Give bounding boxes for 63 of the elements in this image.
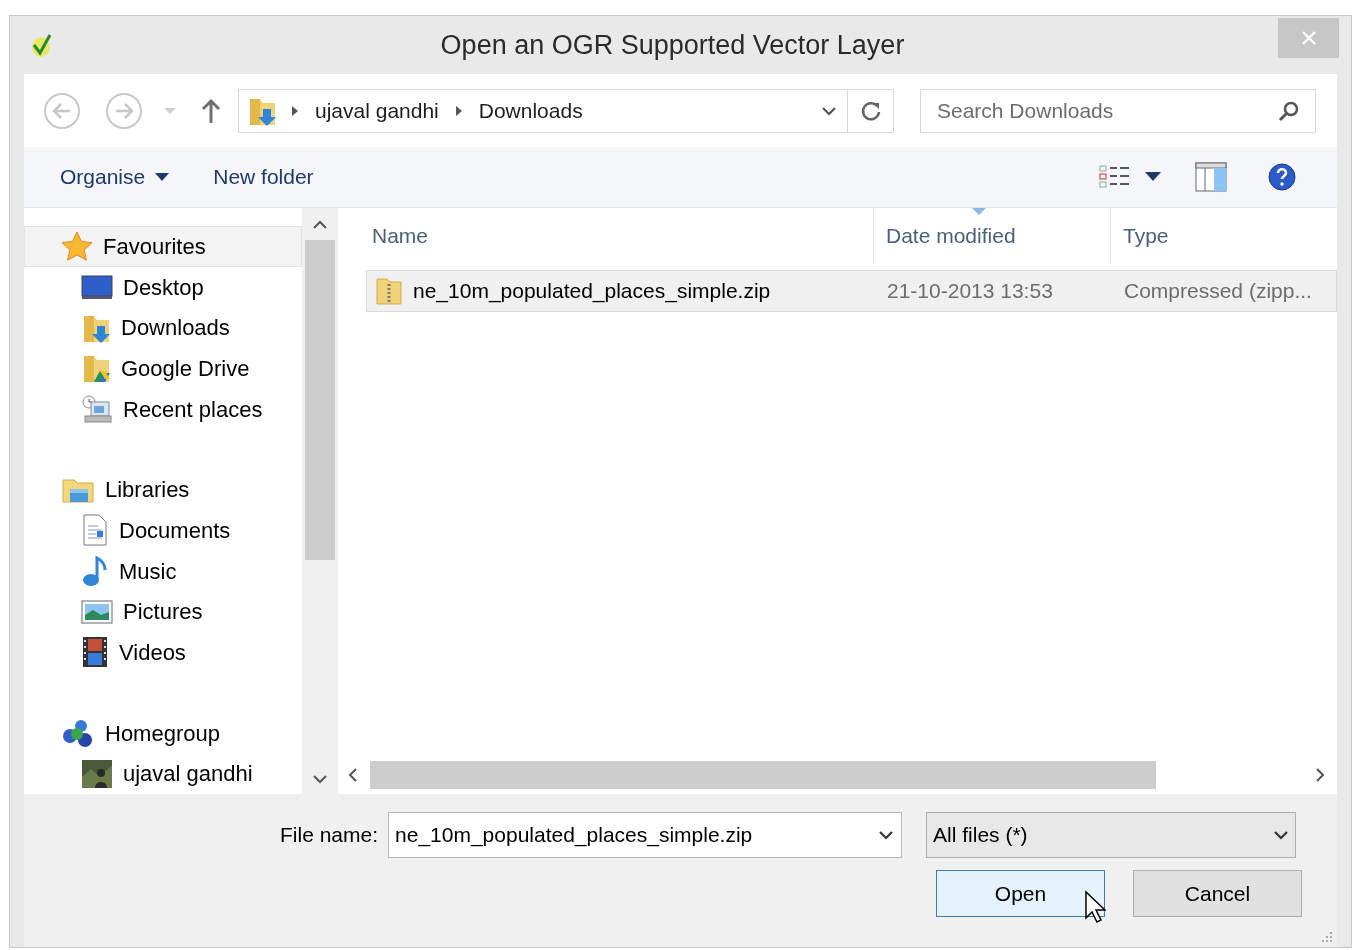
scroll-down-icon[interactable] [312, 774, 328, 784]
nav-item[interactable]: Libraries [24, 469, 302, 511]
chevron-down-icon[interactable] [821, 105, 837, 116]
file-row[interactable]: ne_10m_populated_places_simple.zip 21-10-2013 13:53 Compressed (zipp... [366, 270, 1337, 312]
address-bar[interactable]: ujaval gandhi Downloads [238, 88, 894, 133]
document-icon [81, 514, 109, 547]
resize-grip-icon [1319, 929, 1333, 943]
file-name: ne_10m_populated_places_simple.zip [413, 278, 771, 305]
user-photo-icon [81, 758, 113, 789]
scrollbar-thumb[interactable] [370, 761, 1156, 789]
breadcrumb-arrow-icon [454, 104, 463, 117]
scroll-up-icon[interactable] [312, 220, 328, 230]
recent-places-icon [81, 394, 113, 424]
nav-item[interactable]: Pictures [24, 591, 302, 633]
column-header[interactable]: Type [1111, 208, 1337, 264]
menu-button[interactable]: Organise [60, 161, 170, 193]
nav-item[interactable]: Videos [24, 632, 302, 673]
scroll-left-icon[interactable] [348, 767, 358, 783]
mouse-pointer-icon [1084, 890, 1106, 924]
nav-item[interactable]: Favourites [24, 226, 302, 267]
nav-item[interactable]: Documents [24, 510, 302, 551]
file-name-field[interactable]: ne_10m_populated_places_simple.zip [388, 812, 903, 858]
column-header[interactable]: Name [338, 208, 874, 264]
file-date: 21-10-2013 13:53 [886, 278, 1054, 305]
close-icon [1300, 30, 1317, 46]
toolbar-button[interactable]: New folder [213, 161, 314, 193]
file-type: Compressed (zipp... [1123, 278, 1313, 305]
window-title: Open an OGR Supported Vector Layer [440, 28, 905, 62]
caret-down-icon [155, 173, 170, 181]
chevron-down-icon [1273, 830, 1290, 840]
breadcrumb-link[interactable]: ujaval gandhi [313, 94, 441, 127]
file-type-dropdown[interactable]: All files (*) [926, 812, 1297, 858]
up-arrow-icon[interactable] [200, 96, 222, 125]
search-field[interactable]: Search Downloads [920, 88, 1316, 133]
nav-item[interactable]: Recent places [24, 388, 302, 430]
caret-down-icon[interactable] [1145, 172, 1161, 182]
zip-folder-icon [375, 276, 403, 306]
nav-item[interactable]: ujaval gandhi [24, 753, 302, 794]
nav-item[interactable]: Music [24, 550, 302, 592]
music-note-icon [81, 555, 109, 588]
nav-item[interactable]: Downloads [24, 307, 302, 348]
field-label: File name: [280, 822, 379, 849]
nav-item[interactable]: Google Drive [24, 348, 302, 389]
open-button[interactable]: Open [936, 870, 1105, 917]
preview-pane-icon[interactable] [1195, 162, 1227, 192]
scroll-right-icon[interactable] [1315, 767, 1325, 783]
picture-icon [81, 598, 113, 625]
column-header[interactable]: Date modified [874, 208, 1111, 264]
help-icon[interactable] [1267, 162, 1297, 192]
homegroup-icon [61, 718, 95, 749]
breadcrumb-link[interactable]: Downloads [476, 94, 585, 127]
monitor-icon [81, 274, 113, 300]
nav-item[interactable]: Homegroup [24, 712, 302, 754]
cancel-button[interactable]: Cancel [1133, 870, 1302, 917]
refresh-icon [859, 99, 882, 122]
star-icon [61, 231, 93, 262]
scrollbar-thumb[interactable] [305, 240, 335, 560]
chevron-down-icon[interactable] [878, 830, 895, 840]
breadcrumb-arrow-icon [291, 104, 299, 117]
nav-item[interactable]: Desktop [24, 266, 302, 308]
view-list-icon[interactable] [1099, 164, 1131, 190]
film-strip-icon [81, 636, 109, 669]
search-icon [1278, 99, 1300, 122]
